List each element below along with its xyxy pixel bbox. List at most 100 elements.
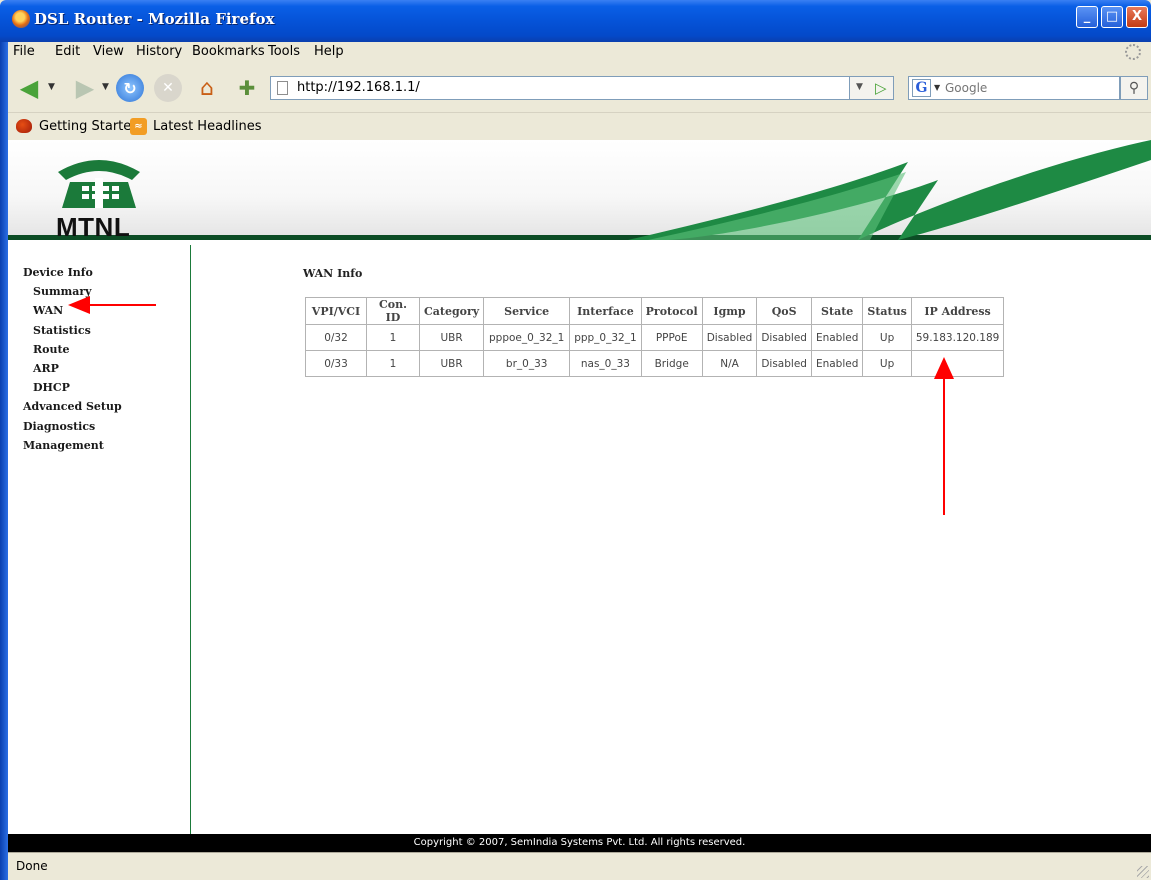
table-cell: 0/32 <box>305 324 367 351</box>
search-box: G ▼ <box>908 76 1120 100</box>
throbber-icon <box>1125 44 1141 60</box>
menu-history[interactable]: History <box>136 44 182 59</box>
table-row: 0/32 1 UBR pppoe_0_32_1 ppp_0_32_1 PPPoE… <box>305 324 1005 351</box>
window-frame <box>0 42 8 880</box>
ip-address-cell <box>910 350 1005 377</box>
wan-info-table: VPI/VCI Con. ID Category Service Interfa… <box>305 297 1005 377</box>
page-content: MTNL Device Info Summary WAN Statistics … <box>8 140 1151 852</box>
reload-icon[interactable]: ↻ <box>116 74 144 102</box>
status-text: Done <box>16 859 48 873</box>
table-cell: br_0_33 <box>483 350 571 377</box>
stop-icon[interactable]: ✕ <box>154 74 182 102</box>
table-cell: UBR <box>418 350 485 377</box>
sidebar-item-diagnostics[interactable]: Diagnostics <box>23 420 95 433</box>
forward-arrow-icon[interactable]: ▶ <box>70 74 100 102</box>
getting-started-icon <box>16 119 32 133</box>
home-icon[interactable]: ⌂ <box>192 74 222 102</box>
bookmark-getting-started[interactable]: Getting Started <box>39 119 140 134</box>
maximize-button[interactable]: □ <box>1101 6 1123 28</box>
bookmark-latest-headlines[interactable]: Latest Headlines <box>153 119 262 134</box>
table-cell: Up <box>862 350 912 377</box>
menu-help[interactable]: Help <box>314 44 344 59</box>
copyright-footer: Copyright © 2007, SemIndia Systems Pvt. … <box>8 834 1151 852</box>
column-header: State <box>810 297 864 325</box>
table-cell: 1 <box>366 324 420 351</box>
column-header: QoS <box>756 297 812 325</box>
status-bar: Done <box>8 852 1151 880</box>
table-cell: 1 <box>366 350 420 377</box>
go-arrow-icon[interactable]: ▷ <box>875 79 887 97</box>
back-arrow-icon[interactable]: ◀ <box>14 74 44 102</box>
column-header: Category <box>418 297 485 325</box>
rss-feed-icon: ≈ <box>130 118 147 135</box>
table-cell: PPPoE <box>640 324 703 351</box>
navigation-toolbar: ◀ ▼ ▶ ▼ ↻ ✕ ⌂ ✚ http://192.168.1.1/ ▼ ▷ … <box>8 64 1151 112</box>
router-header: MTNL <box>8 140 1151 242</box>
table-row: 0/33 1 UBR br_0_33 nas_0_33 Bridge N/A D… <box>305 350 1005 377</box>
url-text[interactable]: http://192.168.1.1/ <box>297 80 420 95</box>
sidebar-item-management[interactable]: Management <box>23 439 104 452</box>
url-history-dropdown-icon[interactable]: ▼ <box>856 82 863 92</box>
column-header: Con. ID <box>366 297 420 325</box>
column-header: Interface <box>569 297 642 325</box>
table-cell: N/A <box>701 350 758 377</box>
table-cell: Disabled <box>701 324 758 351</box>
search-engine-dropdown-icon[interactable]: ▼ <box>934 83 940 92</box>
table-cell: Disabled <box>756 324 812 351</box>
search-input[interactable] <box>945 79 1115 97</box>
sidebar-item-statistics[interactable]: Statistics <box>33 324 91 337</box>
table-cell: pppoe_0_32_1 <box>483 324 571 351</box>
ip-address-cell: 59.183.120.189 <box>910 324 1005 351</box>
sidebar-item-dhcp[interactable]: DHCP <box>33 381 70 394</box>
address-bar[interactable]: http://192.168.1.1/ <box>270 76 850 100</box>
window-title: DSL Router - Mozilla Firefox <box>34 10 275 28</box>
annotation-arrow-left-icon <box>68 296 156 314</box>
column-header: IP Address <box>910 297 1005 325</box>
table-cell: 0/33 <box>305 350 367 377</box>
menu-view[interactable]: View <box>93 44 124 59</box>
sidebar-item-wan[interactable]: WAN <box>33 304 63 317</box>
column-header: Protocol <box>640 297 703 325</box>
bookmarks-toolbar: Getting Started ≈ Latest Headlines <box>8 112 1151 140</box>
table-cell: Disabled <box>756 350 812 377</box>
table-cell: Bridge <box>640 350 703 377</box>
column-header: Status <box>862 297 912 325</box>
forward-history-dropdown-icon[interactable]: ▼ <box>102 82 109 92</box>
sidebar-item-advanced-setup[interactable]: Advanced Setup <box>23 400 122 413</box>
table-cell: Enabled <box>810 324 864 351</box>
new-tab-icon[interactable]: ✚ <box>232 74 262 102</box>
green-swoosh-graphic <box>628 140 1151 240</box>
table-cell: UBR <box>418 324 485 351</box>
browser-window: DSL Router - Mozilla Firefox _ □ X File … <box>0 0 1151 880</box>
back-history-dropdown-icon[interactable]: ▼ <box>48 82 55 92</box>
url-buttons: ▼ ▷ <box>850 76 894 100</box>
column-header: VPI/VCI <box>305 297 367 325</box>
table-cell: nas_0_33 <box>569 350 642 377</box>
menu-edit[interactable]: Edit <box>55 44 80 59</box>
brand-logo-text: MTNL <box>56 212 131 242</box>
search-engine-icon[interactable]: G <box>912 79 931 97</box>
table-header-row: VPI/VCI Con. ID Category Service Interfa… <box>305 297 1005 325</box>
magnifier-icon[interactable]: ⚲ <box>1120 76 1148 100</box>
sidebar-item-device-info[interactable]: Device Info <box>23 266 93 279</box>
table-cell: Enabled <box>810 350 864 377</box>
resize-grip-icon[interactable] <box>1137 866 1149 878</box>
sidebar-item-route[interactable]: Route <box>33 343 70 356</box>
menu-tools[interactable]: Tools <box>268 44 300 59</box>
page-title: WAN Info <box>303 267 363 280</box>
menu-bar: File Edit View History Bookmarks Tools H… <box>8 42 1151 64</box>
table-cell: Up <box>862 324 912 351</box>
table-cell: ppp_0_32_1 <box>569 324 642 351</box>
menu-bookmarks[interactable]: Bookmarks <box>192 44 265 59</box>
minimize-button[interactable]: _ <box>1076 6 1098 28</box>
menu-file[interactable]: File <box>13 44 35 59</box>
firefox-icon <box>12 10 30 28</box>
column-header: Igmp <box>701 297 758 325</box>
annotation-arrow-up-icon <box>934 357 954 515</box>
column-header: Service <box>483 297 571 325</box>
sidebar: Device Info Summary WAN Statistics Route… <box>8 245 191 835</box>
main-panel: WAN Info VPI/VCI Con. ID Category Servic… <box>192 245 1151 835</box>
close-button[interactable]: X <box>1126 6 1148 28</box>
title-bar: DSL Router - Mozilla Firefox _ □ X <box>0 0 1151 42</box>
sidebar-item-arp[interactable]: ARP <box>33 362 59 375</box>
